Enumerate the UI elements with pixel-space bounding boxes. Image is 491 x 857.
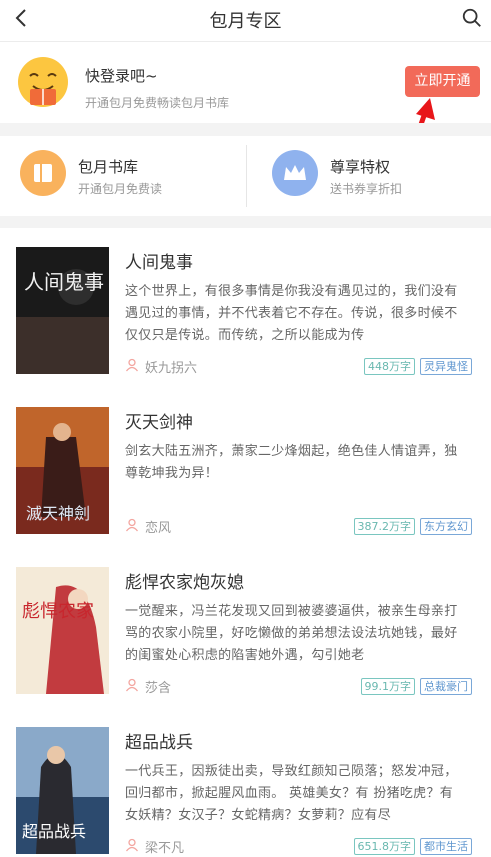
book-title: 人间鬼事	[125, 253, 193, 273]
book-cover-image: 彪悍农家	[16, 567, 109, 694]
login-title: 快登录吧~	[85, 67, 158, 85]
feature-desc: 送书券享折扣	[330, 182, 403, 196]
book-cover-image: 滅天神劍	[16, 407, 109, 534]
book-icon	[20, 150, 66, 196]
category-tag: 灵异鬼怪	[420, 358, 472, 375]
book-tags: 651.8万字 都市生活	[349, 838, 472, 856]
book-tags: 99.1万字 总裁豪门	[356, 678, 472, 696]
book-item[interactable]: 超品战兵 超品战兵 一代兵王，因叛徒出卖，导致红颜知己陨落；怒发冲冠，回归都市，…	[0, 708, 491, 857]
book-item[interactable]: 彪悍农家 彪悍农家炮灰媳 一觉醒来，冯兰花发现又回到被婆婆逼供，被亲生母亲打骂的…	[0, 548, 491, 708]
book-title: 灭天剑神	[125, 413, 193, 433]
feature-name: 包月书库	[78, 158, 139, 176]
book-title: 超品战兵	[125, 733, 193, 753]
book-tags: 448万字 灵异鬼怪	[359, 358, 472, 376]
login-subtitle: 开通包月免费畅读包月书库	[85, 96, 230, 110]
word-count-tag: 387.2万字	[353, 518, 415, 535]
book-tags: 387.2万字 东方玄幻	[349, 518, 472, 536]
feature-book-library[interactable]: 包月书库 开通包月免费读	[20, 150, 240, 200]
feature-name: 尊享特权	[330, 158, 391, 176]
feature-divider	[246, 145, 247, 207]
activate-button[interactable]: 立即开通	[405, 66, 480, 97]
feature-row: 包月书库 开通包月免费读 尊享特权 送书券享折扣	[0, 136, 491, 216]
smiley-avatar-icon	[18, 57, 68, 107]
word-count-tag: 448万字	[364, 358, 415, 375]
section-gap	[0, 216, 491, 228]
author-name: 梁不凡	[145, 841, 185, 856]
top-bar: 包月专区	[0, 0, 491, 42]
author-name: 恋风	[145, 521, 172, 536]
person-icon	[125, 838, 139, 852]
book-item[interactable]: 滅天神劍 灭天剑神 剑玄大陆五洲齐，萧家二少烽烟起，绝色佳人情谊弄，独尊乾坤我为…	[0, 388, 491, 548]
person-icon	[125, 678, 139, 692]
book-description: 这个世界上，有很多事情是你我没有遇见过的，我们没有遇见过的事情，并不代表着它不存…	[125, 284, 458, 343]
book-description: 一代兵王，因叛徒出卖，导致红颜知己陨落；怒发冲冠，回归都市，掀起腥风血雨。 英雄…	[125, 764, 458, 823]
person-icon	[125, 358, 139, 372]
svg-text:超品战兵: 超品战兵	[22, 822, 86, 841]
book-item[interactable]: 人间鬼事 人间鬼事 这个世界上，有很多事情是你我没有遇见过的，我们没有遇见过的事…	[0, 228, 491, 388]
category-tag: 总裁豪门	[420, 678, 472, 695]
author-name: 妖九拐六	[145, 361, 198, 376]
search-icon[interactable]	[461, 7, 483, 29]
feature-privilege[interactable]: 尊享特权 送书券享折扣	[272, 150, 472, 200]
svg-text:彪悍农家: 彪悍农家	[22, 601, 94, 622]
page-title: 包月专区	[209, 11, 282, 32]
svg-text:人间鬼事: 人间鬼事	[24, 270, 104, 294]
section-gap	[0, 123, 491, 136]
book-description: 一觉醒来，冯兰花发现又回到被婆婆逼供，被亲生母亲打骂的农家小院里，好吃懒做的弟弟…	[125, 604, 458, 663]
book-cover-image: 人间鬼事	[16, 247, 109, 374]
book-description: 剑玄大陆五洲齐，萧家二少烽烟起，绝色佳人情谊弄，独尊乾坤我为异！	[125, 444, 458, 481]
category-tag: 都市生活	[420, 838, 472, 855]
svg-text:滅天神劍: 滅天神劍	[26, 504, 90, 523]
author-name: 莎含	[145, 681, 172, 696]
word-count-tag: 99.1万字	[360, 678, 415, 695]
feature-desc: 开通包月免费读	[78, 182, 163, 196]
word-count-tag: 651.8万字	[353, 838, 415, 855]
category-tag: 东方玄幻	[420, 518, 472, 535]
book-title: 彪悍农家炮灰媳	[125, 573, 244, 593]
crown-icon	[272, 150, 318, 196]
person-icon	[125, 518, 139, 532]
book-cover-image: 超品战兵	[16, 727, 109, 854]
